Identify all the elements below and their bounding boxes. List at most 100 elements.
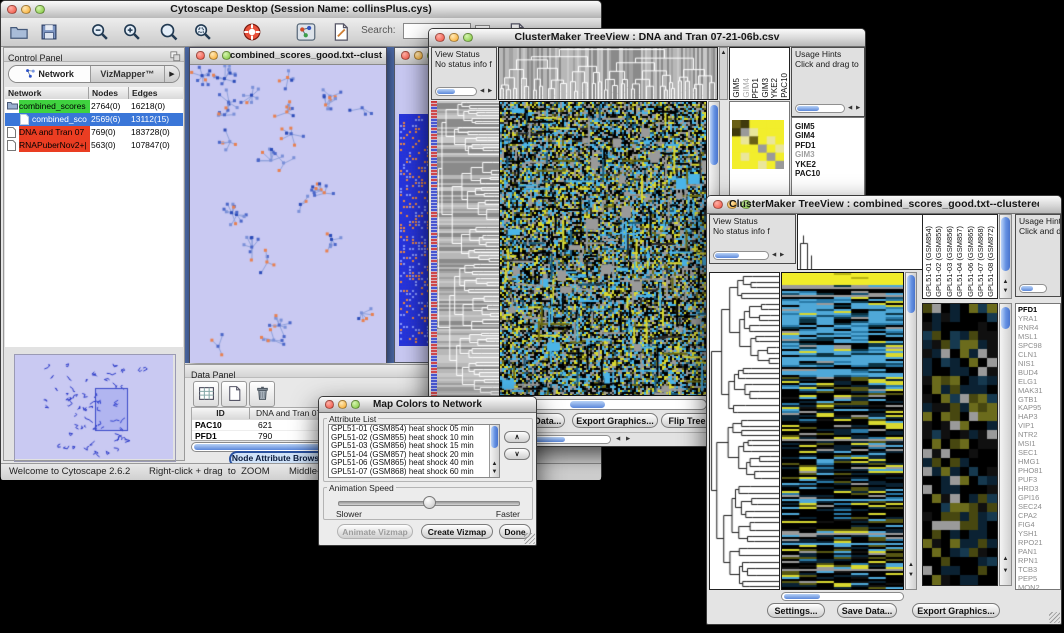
list-item[interactable]: GPL51-08 (GSM872) bbox=[986, 226, 996, 297]
scroll-right-icon[interactable]: ▶ bbox=[488, 87, 492, 96]
scroll-right-icon[interactable]: ▶ bbox=[626, 435, 630, 444]
heatmap-hscrollbar[interactable] bbox=[781, 592, 904, 601]
list-item[interactable]: GPL51-01 (GSM854) bbox=[924, 226, 934, 297]
list-item[interactable]: GIM4 bbox=[795, 131, 820, 140]
list-item[interactable]: GIM3 bbox=[761, 78, 771, 98]
scroll-left-icon[interactable]: ◀ bbox=[480, 87, 484, 96]
attribute-listbox[interactable]: GPL51-01 (GSM854) heat shock 05 minGPL51… bbox=[328, 424, 500, 478]
network-overview-canvas[interactable] bbox=[15, 355, 173, 459]
view-status-scrollbar[interactable] bbox=[713, 251, 769, 260]
scroll-left-icon[interactable]: ◀ bbox=[848, 104, 852, 113]
scroll-left-icon[interactable]: ◀ bbox=[616, 435, 620, 444]
network-overview-panel[interactable] bbox=[14, 354, 176, 462]
scrollbar-thumb[interactable] bbox=[491, 426, 498, 448]
scroll-down-icon[interactable]: ▼ bbox=[490, 468, 499, 476]
list-item[interactable]: GIM4 bbox=[742, 78, 752, 98]
new-network-view-icon[interactable] bbox=[296, 22, 316, 42]
resize-grip[interactable] bbox=[1049, 612, 1060, 623]
cluster-heatmap-canvas[interactable] bbox=[782, 273, 903, 589]
scroll-up-icon[interactable]: ▲ bbox=[490, 460, 499, 468]
bottom-scrollbar[interactable] bbox=[525, 435, 611, 444]
save-data-button[interactable]: Save Data... bbox=[837, 603, 897, 618]
scrollbar-thumb[interactable] bbox=[784, 594, 820, 599]
list-item[interactable]: GPL51-07 (GSM868) bbox=[976, 226, 986, 297]
network-row-3[interactable]: DNA and Tran 07 769(0) 183728(0) bbox=[5, 126, 183, 139]
scrollbar-thumb[interactable] bbox=[437, 89, 455, 94]
scrollbar-thumb[interactable] bbox=[1021, 286, 1033, 291]
list-item[interactable]: PAC10 bbox=[780, 73, 790, 98]
scrollbar-thumb[interactable] bbox=[1001, 217, 1010, 271]
scroll-up-icon[interactable]: ▲ bbox=[906, 561, 916, 569]
list-item[interactable]: GIM5 bbox=[795, 122, 820, 131]
treeview2-title-bar[interactable]: ClusterMaker TreeView : combined_scores_… bbox=[707, 196, 1061, 214]
detail-heatmap-canvas[interactable] bbox=[923, 304, 997, 585]
list-item[interactable]: GPL51-07 (GSM868) heat shock 60 min bbox=[329, 468, 499, 477]
main-title-bar[interactable]: Cytoscape Desktop (Session Name: collins… bbox=[1, 1, 601, 19]
scroll-up-icon[interactable]: ▲ bbox=[720, 49, 727, 57]
usage-hints-scrollbar[interactable] bbox=[1019, 284, 1047, 293]
network-canvas[interactable] bbox=[190, 65, 386, 363]
scrollbar-thumb[interactable] bbox=[570, 401, 605, 408]
close-button[interactable] bbox=[401, 51, 410, 60]
gene-list[interactable]: PFD1YRA1RNR4MSL1SPC98CLN1NIS1BUD4ELG1MAK… bbox=[1018, 306, 1043, 590]
move-up-button[interactable]: ∧ bbox=[504, 431, 530, 443]
settings-button[interactable]: Settings... bbox=[767, 603, 825, 618]
scrollbar-thumb[interactable] bbox=[1001, 307, 1010, 329]
scroll-down-icon[interactable]: ▼ bbox=[906, 571, 916, 579]
list-item[interactable]: GPL51-02 (GSM855) bbox=[934, 226, 944, 297]
close-button[interactable] bbox=[435, 33, 445, 43]
animate-vizmap-button[interactable]: Animate Vizmap bbox=[337, 524, 413, 539]
delete-attribute-button[interactable] bbox=[249, 381, 275, 407]
list-item[interactable]: PFD1 bbox=[795, 141, 820, 150]
network-hairball-canvas[interactable] bbox=[399, 114, 430, 346]
speed-slider-thumb[interactable] bbox=[423, 496, 436, 509]
similarity-matrix-canvas[interactable] bbox=[732, 120, 784, 169]
list-vscrollbar[interactable]: ▲ ▼ bbox=[489, 425, 499, 477]
scroll-right-icon[interactable]: ▶ bbox=[780, 251, 784, 260]
close-button[interactable] bbox=[325, 400, 334, 409]
list-item[interactable]: GPL51-06 (GSM865) bbox=[966, 226, 976, 297]
close-button[interactable] bbox=[7, 5, 17, 15]
column-dendrogram-canvas[interactable] bbox=[798, 215, 931, 269]
view-status-scrollbar[interactable] bbox=[435, 87, 477, 96]
list-item[interactable]: GIM5 bbox=[732, 78, 742, 98]
treeview1-title-bar[interactable]: ClusterMaker TreeView : DNA and Tran 07-… bbox=[429, 29, 865, 47]
global-heatmap-canvas[interactable] bbox=[500, 102, 706, 395]
close-button[interactable] bbox=[713, 200, 723, 210]
create-vizmap-button[interactable]: Create Vizmap bbox=[421, 524, 493, 539]
labels-vscrollbar[interactable]: ▲ ▼ bbox=[999, 214, 1012, 299]
gene-list[interactable]: GIM5GIM4PFD1GIM3YKE2PAC10 bbox=[795, 122, 820, 178]
scrollbar-thumb[interactable] bbox=[797, 106, 819, 111]
save-icon[interactable] bbox=[39, 22, 59, 42]
list-item[interactable]: PAC10 bbox=[795, 169, 820, 178]
gene-list-vscrollbar[interactable]: ▲ ▼ bbox=[999, 303, 1012, 586]
scrollbar-thumb[interactable] bbox=[710, 105, 718, 165]
network-window-title-bar[interactable]: combined_scores_good.txt--cluste... bbox=[190, 48, 386, 65]
heatmap-vscrollbar[interactable]: ▲ ▼ bbox=[905, 272, 917, 590]
zoom-out-icon[interactable] bbox=[90, 22, 110, 42]
minimize-button[interactable] bbox=[209, 51, 218, 60]
list-item[interactable]: MON2 bbox=[1018, 584, 1043, 590]
export-graphics-button[interactable]: Export Graphics... bbox=[572, 413, 658, 428]
network-row-2-selected[interactable]: combined_sco 2569(6) 13112(15) bbox=[5, 113, 183, 126]
scrollbar-thumb[interactable] bbox=[715, 253, 739, 258]
list-item[interactable]: GIM3 bbox=[795, 150, 820, 159]
col-network[interactable]: Network bbox=[5, 87, 89, 99]
network-row-1[interactable]: combined_scores 2764(0) 16218(0) bbox=[5, 100, 183, 113]
zoom-selected-icon[interactable] bbox=[159, 22, 179, 42]
tabs-overflow-button[interactable]: ▶ bbox=[164, 66, 179, 82]
network-row-4[interactable]: RNAPuberNov2+| 563(0) 107847(0) bbox=[5, 139, 183, 152]
row-dendrogram-canvas[interactable] bbox=[710, 273, 779, 589]
attribute-items[interactable]: GPL51-01 (GSM854) heat shock 05 minGPL51… bbox=[329, 425, 499, 477]
col-edges[interactable]: Edges bbox=[129, 87, 183, 99]
scroll-down-icon[interactable]: ▼ bbox=[1000, 287, 1011, 295]
scroll-right-icon[interactable]: ▶ bbox=[856, 104, 860, 113]
help-lifesaver-icon[interactable] bbox=[242, 22, 262, 42]
scroll-up-icon[interactable]: ▲ bbox=[1000, 555, 1011, 563]
tab-network[interactable]: Network bbox=[9, 66, 91, 82]
col-id[interactable]: ID bbox=[192, 408, 250, 419]
list-item[interactable]: PFD1 bbox=[751, 78, 761, 98]
scroll-left-icon[interactable]: ◀ bbox=[772, 251, 776, 260]
move-down-button[interactable]: ∨ bbox=[504, 448, 530, 460]
resize-grip[interactable] bbox=[524, 533, 535, 544]
